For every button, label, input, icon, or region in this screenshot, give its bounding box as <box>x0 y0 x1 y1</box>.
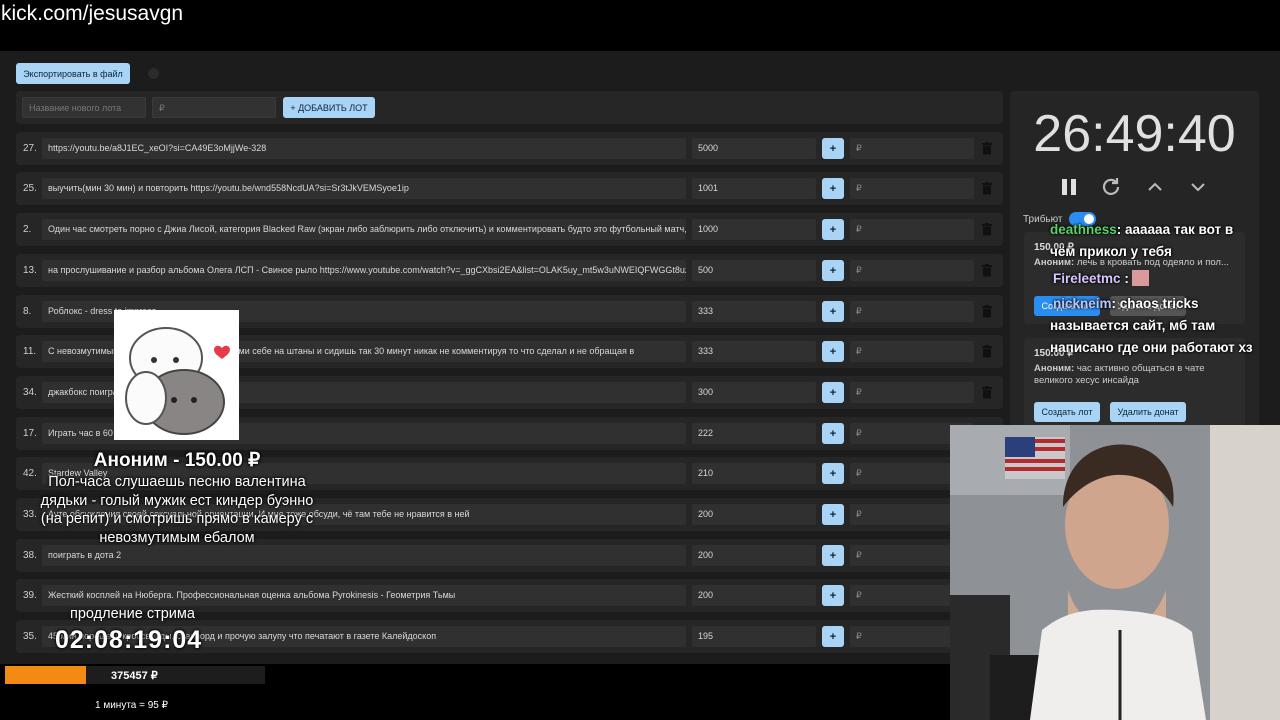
chat-nick: Fireleetmc <box>1053 271 1121 286</box>
trash-icon[interactable] <box>981 386 993 399</box>
lot-add-amount-input[interactable]: ₽ <box>850 301 974 322</box>
lot-index: 8. <box>23 306 32 317</box>
trash-icon[interactable] <box>981 305 993 318</box>
subathon-total: 375457 ₽ <box>111 670 158 682</box>
extension-timer: 02:08:19:04 <box>55 626 203 654</box>
lot-title-input[interactable]: на прослушивание и разбор альбома Олега … <box>42 260 686 281</box>
lot-index: 38. <box>23 550 37 561</box>
lot-index: 27. <box>23 143 37 154</box>
lot-index: 35. <box>23 631 37 642</box>
chevron-down-icon[interactable] <box>1187 176 1209 198</box>
chat-line: написано где они работают хз <box>1050 340 1253 355</box>
lot-add-amount-input[interactable]: ₽ <box>850 341 974 362</box>
lot-add-button[interactable]: + <box>822 219 844 240</box>
lot-sum-input[interactable]: 5000 <box>692 138 816 159</box>
lot-sum-input[interactable]: 1000 <box>692 219 816 240</box>
lot-add-button[interactable]: + <box>822 626 844 647</box>
trash-icon[interactable] <box>981 142 993 155</box>
lot-index: 39. <box>23 590 37 601</box>
lot-add-amount-input[interactable]: ₽ <box>850 138 974 159</box>
chat-line: называется сайт, мб там <box>1050 318 1216 333</box>
pause-icon[interactable] <box>1058 176 1080 198</box>
webcam-feed <box>950 425 1280 720</box>
lot-sum-input[interactable]: 200 <box>692 504 816 525</box>
lot-title-input[interactable]: Жесткий косплей на Нюберга. Профессионал… <box>42 585 686 606</box>
lot-add-button[interactable]: + <box>822 301 844 322</box>
reset-icon[interactable] <box>1100 176 1122 198</box>
alert-donor: Аноним - 150.00 ₽ <box>93 450 261 471</box>
lot-row: 2. Один час смотреть порно с Джиа Лисой, … <box>16 213 1003 246</box>
lot-sum-input[interactable]: 1001 <box>692 178 816 199</box>
lot-sum-input[interactable]: 333 <box>692 301 816 322</box>
chevron-up-icon[interactable] <box>1144 176 1166 198</box>
lot-row: 27. https://youtu.be/a8J1EC_xeOI?si=CA49E… <box>16 132 1003 165</box>
lot-row: 25. выучить(мин 30 мин) и повторить https… <box>16 172 1003 205</box>
lot-add-button[interactable]: + <box>822 585 844 606</box>
lot-sum-input[interactable]: 500 <box>692 260 816 281</box>
lot-row: 13. на прослушивание и разбор альбома Оле… <box>16 254 1003 287</box>
trash-icon[interactable] <box>981 264 993 277</box>
lot-title-input[interactable]: https://youtu.be/a8J1EC_xeOI?si=CA49E3oM… <box>42 138 686 159</box>
lot-index: 2. <box>23 224 32 235</box>
lot-add-button[interactable]: + <box>822 463 844 484</box>
extension-label: продление стрима <box>70 606 195 622</box>
lot-add-button[interactable]: + <box>822 260 844 281</box>
stream-url: kick.com/jesusavgn <box>1 2 184 25</box>
add-lot-button[interactable]: + ДОБАВИТЬ ЛОТ <box>283 97 375 118</box>
trash-icon[interactable] <box>981 223 993 236</box>
donation-text: Аноним: час активно общаться в чате вели… <box>1034 363 1205 386</box>
lot-index: 17. <box>23 428 37 439</box>
export-button[interactable]: Экспортировать в файл <box>16 63 130 84</box>
lot-add-button[interactable]: + <box>822 138 844 159</box>
lot-index: 34. <box>23 387 37 398</box>
chat-nick: deathness <box>1050 222 1117 237</box>
lot-sum-input[interactable]: 195 <box>692 626 816 647</box>
subathon-rate: 1 минута = 95 ₽ <box>95 700 169 711</box>
lot-add-button[interactable]: + <box>822 178 844 199</box>
chat-line: чём прикол у тебя <box>1050 244 1172 259</box>
delete-donation-button[interactable]: Удалить донат <box>1110 402 1186 422</box>
new-lot-price-input[interactable]: ₽ <box>152 97 276 118</box>
new-lot-name-input[interactable]: Название нового лота <box>22 97 146 118</box>
emote-icon <box>1131 270 1149 286</box>
lot-add-amount-input[interactable]: ₽ <box>850 260 974 281</box>
create-lot-button[interactable]: Создать лот <box>1034 402 1100 422</box>
lot-title-input[interactable]: Один час смотреть порно с Джиа Лисой, ка… <box>42 219 686 240</box>
lot-index: 25. <box>23 183 37 194</box>
lot-title-input[interactable]: поиграть в дота 2 <box>42 545 686 566</box>
lot-index: 13. <box>23 265 37 276</box>
lot-sum-input[interactable]: 333 <box>692 341 816 362</box>
lot-sum-input[interactable]: 210 <box>692 463 816 484</box>
lot-add-amount-input[interactable]: ₽ <box>850 219 974 240</box>
lot-add-button[interactable]: + <box>822 341 844 362</box>
lot-sum-input[interactable]: 200 <box>692 545 816 566</box>
lot-sum-input[interactable]: 300 <box>692 382 816 403</box>
auction-timer: 26:49:40 <box>1033 105 1236 163</box>
trash-icon[interactable] <box>981 182 993 195</box>
alert-message: Пол-часа слушаешь песню валентина дядьки… <box>40 474 314 546</box>
lot-add-amount-input[interactable]: ₽ <box>850 382 974 403</box>
lot-sum-input[interactable]: 200 <box>692 585 816 606</box>
lot-add-button[interactable]: + <box>822 545 844 566</box>
lot-add-amount-input[interactable]: ₽ <box>850 178 974 199</box>
lot-add-button[interactable]: + <box>822 423 844 444</box>
lot-title-input[interactable]: выучить(мин 30 мин) и повторить https://… <box>42 178 686 199</box>
lot-index: 11. <box>23 346 37 357</box>
chat-nick: nickneim <box>1053 296 1112 311</box>
lot-sum-input[interactable]: 222 <box>692 423 816 444</box>
lot-add-button[interactable]: + <box>822 504 844 525</box>
stream-frame: kick.com/jesusavgn Экспортировать в файл… <box>0 0 1280 720</box>
cat-sticker-image <box>114 310 239 440</box>
export-status-dot <box>148 68 159 79</box>
trash-icon[interactable] <box>981 345 993 358</box>
lot-add-button[interactable]: + <box>822 382 844 403</box>
subathon-progress-fill <box>5 666 86 684</box>
